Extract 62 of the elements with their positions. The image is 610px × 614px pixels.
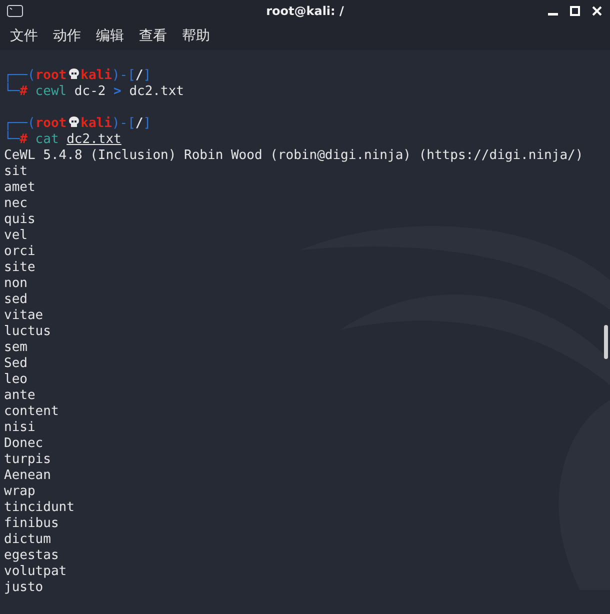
output-line: vel — [4, 228, 28, 243]
output-line: sem — [4, 340, 28, 355]
prompt-user: root — [35, 68, 67, 83]
redirect-operator: > — [114, 84, 122, 99]
menu-item[interactable]: 帮助 — [182, 27, 210, 45]
output-line: sed — [4, 292, 28, 307]
output-line: dictum — [4, 532, 51, 547]
output-line: vitae — [4, 308, 44, 323]
skull-icon — [68, 116, 80, 128]
menu-item[interactable]: 文件 — [10, 27, 38, 45]
prompt-symbol: # — [20, 84, 28, 99]
output-line: CeWL 5.4.8 (Inclusion) Robin Wood (robin@digi.ninja) (https://digi.ninja/) — [4, 148, 584, 163]
output-line: amet — [4, 180, 36, 195]
command-name: cewl — [35, 84, 67, 99]
close-icon[interactable] — [592, 6, 602, 16]
prompt-path: / — [135, 116, 144, 131]
command-argument: dc2.txt — [129, 84, 184, 99]
prompt-frame: ] — [143, 68, 152, 83]
menu-item[interactable]: 编辑 — [96, 27, 124, 45]
prompt-symbol: # — [20, 132, 28, 147]
prompt-host: kali — [80, 116, 112, 131]
prompt-user: root — [35, 116, 67, 131]
prompt-frame: ] — [143, 116, 152, 131]
output-line: wrap — [4, 484, 36, 499]
prompt-frame: ┌──( — [4, 68, 36, 83]
output-line: orci — [4, 244, 36, 259]
output-line: tincidunt — [4, 500, 74, 515]
prompt-path: / — [135, 68, 144, 83]
output-line: Sed — [4, 356, 28, 371]
skull-icon — [68, 68, 80, 80]
terminal-icon — [7, 5, 23, 17]
command-argument: dc-2 — [74, 84, 106, 99]
output-line: content — [4, 404, 59, 419]
output-line: site — [4, 260, 36, 275]
menu-item[interactable]: 查看 — [139, 27, 167, 45]
output-line: non — [4, 276, 28, 291]
output-line: nisi — [4, 420, 36, 435]
output-line: luctus — [4, 324, 51, 339]
output-line: turpis — [4, 452, 51, 467]
output-line: volutpat — [4, 564, 67, 579]
window-title: root@kali: / — [266, 4, 344, 18]
prompt-frame: ┌──( — [4, 116, 36, 131]
maximize-icon[interactable] — [570, 6, 580, 16]
prompt-frame: )-[ — [112, 116, 136, 131]
output-line: sit — [4, 164, 28, 179]
prompt-frame: └─ — [4, 132, 20, 147]
output-line: finibus — [4, 516, 59, 531]
output-line: leo — [4, 372, 28, 387]
output-line: ante — [4, 388, 36, 403]
output-line: Donec — [4, 436, 44, 451]
output-line: justo — [4, 580, 44, 595]
scrollbar-thumb[interactable] — [604, 325, 608, 359]
menu-item[interactable]: 动作 — [53, 27, 81, 45]
prompt-host: kali — [80, 68, 112, 83]
prompt-frame: └─ — [4, 84, 20, 99]
output-line: egestas — [4, 548, 59, 563]
command-name: cat — [35, 132, 59, 147]
file-argument: dc2.txt — [66, 132, 122, 147]
prompt-frame: )-[ — [112, 68, 136, 83]
output-line: nec — [4, 196, 28, 211]
output-line: quis — [4, 212, 36, 227]
output-line: Aenean — [4, 468, 51, 483]
